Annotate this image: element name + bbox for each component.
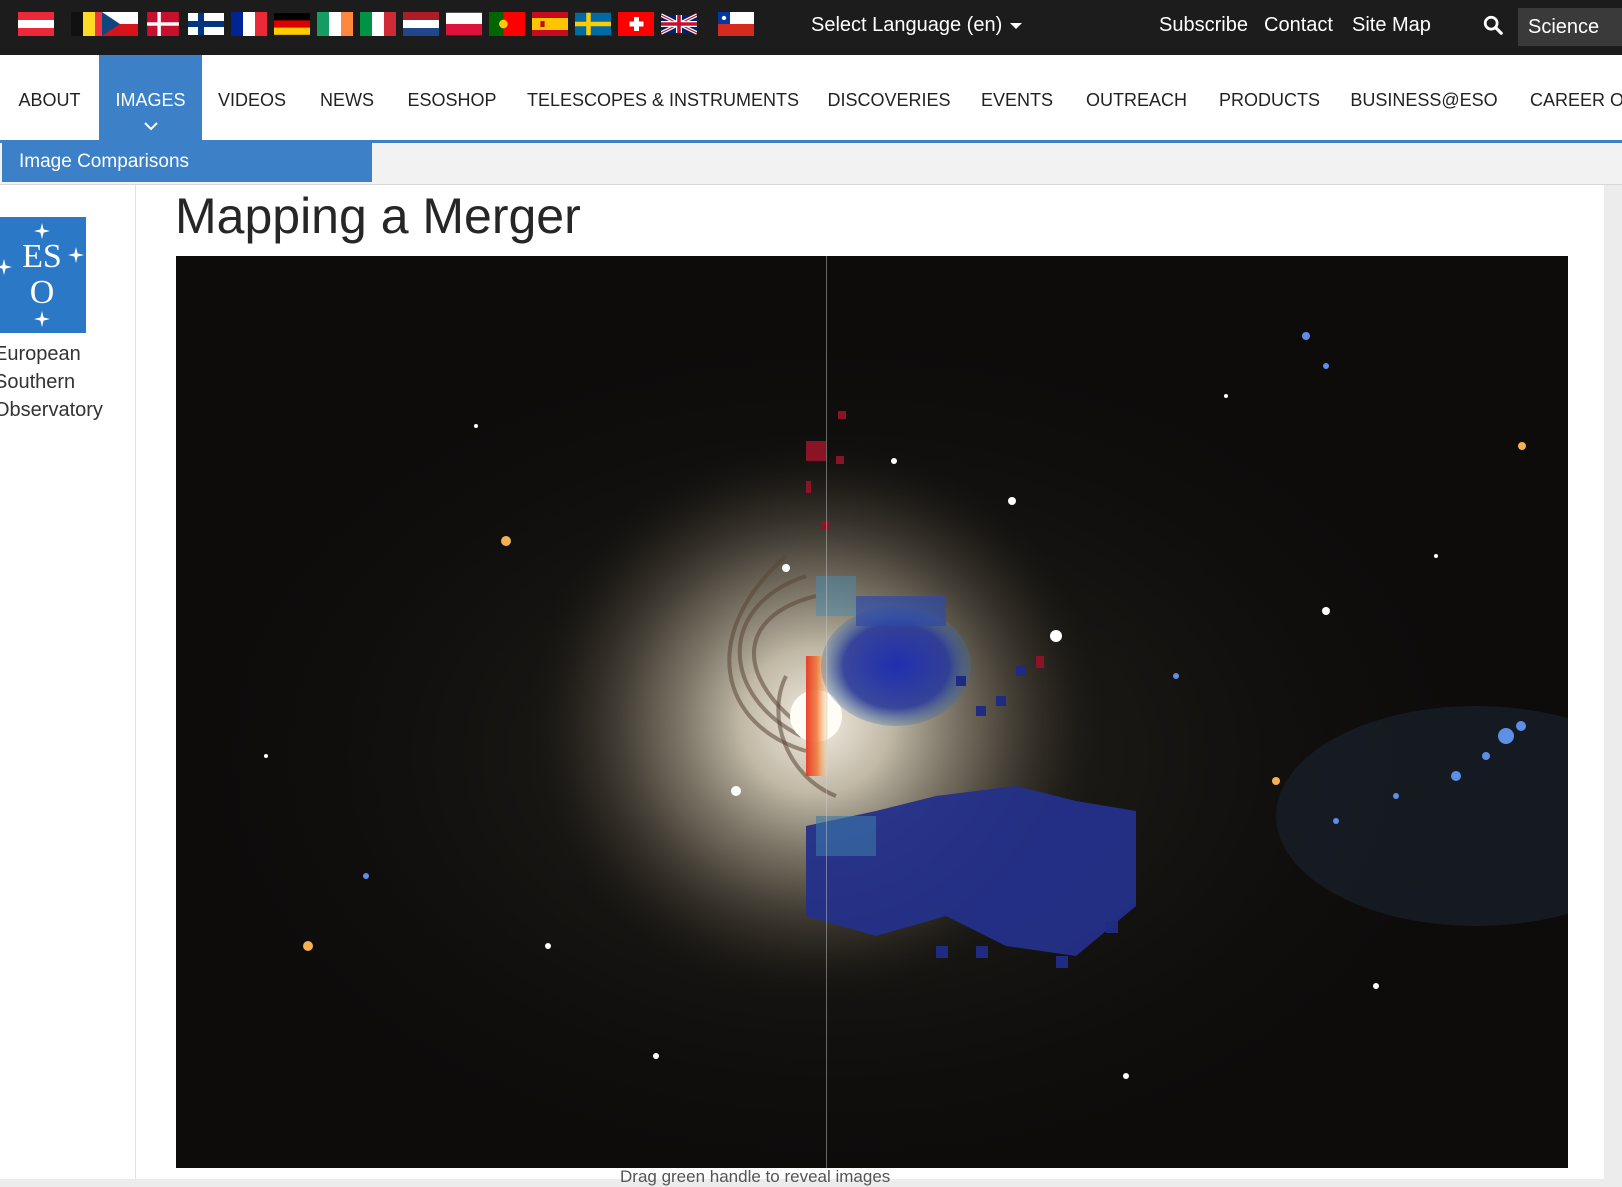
- nav-item-discoveries[interactable]: DISCOVERIES: [814, 55, 964, 140]
- image-comparison-slider[interactable]: [176, 256, 1568, 1168]
- page-title: Mapping a Merger: [175, 188, 581, 244]
- flag-uk-icon[interactable]: [661, 12, 697, 36]
- nav-item-outreach[interactable]: OUTREACH: [1070, 55, 1203, 140]
- nav-item-esoshop[interactable]: ESOSHOP: [392, 55, 512, 140]
- flag-sweden-icon[interactable]: [575, 12, 611, 36]
- organization-name: European Southern Observatory: [0, 340, 134, 424]
- flag-austria-icon[interactable]: [18, 12, 54, 36]
- org-name-line-1: European: [0, 343, 81, 365]
- flag-czechia-icon[interactable]: [102, 12, 138, 36]
- caret-down-icon: [1010, 22, 1023, 29]
- flag-italy-icon[interactable]: [360, 12, 396, 36]
- flag-denmark-icon[interactable]: [145, 12, 181, 36]
- nav-item-careers[interactable]: CAREER OPPORTUNITIES: [1512, 55, 1622, 140]
- flag-portugal-icon[interactable]: [489, 12, 525, 36]
- nav-item-news[interactable]: NEWS: [302, 55, 392, 140]
- nav-item-about[interactable]: ABOUT: [0, 55, 99, 140]
- org-name-line-2: Southern: [0, 371, 76, 393]
- eso-logo-letters-top: ES: [22, 238, 62, 275]
- eso-logo-icon: ES O: [0, 217, 86, 333]
- nav-item-business[interactable]: BUSINESS@ESO: [1336, 55, 1512, 140]
- top-bar: Select Language (en) Subscribe Contact S…: [0, 0, 1622, 55]
- eso-logo-letters-bottom: O: [30, 274, 55, 311]
- flag-poland-icon[interactable]: [446, 12, 482, 36]
- flag-spain-icon[interactable]: [532, 12, 568, 36]
- science-button[interactable]: Science: [1518, 8, 1622, 46]
- flag-netherlands-icon[interactable]: [403, 12, 439, 36]
- page-gutter: [1604, 185, 1622, 1179]
- nav-item-videos[interactable]: VIDEOS: [202, 55, 302, 140]
- flag-ireland-icon[interactable]: [317, 12, 353, 36]
- flag-switzerland-icon[interactable]: [618, 12, 654, 36]
- flag-finland-icon[interactable]: [188, 12, 224, 36]
- eso-logo[interactable]: ES O: [0, 217, 86, 333]
- site-map-link[interactable]: Site Map: [1352, 12, 1431, 38]
- main-navigation: ABOUT IMAGES VIDEOS NEWS ESOSHOP TELESCO…: [0, 55, 1622, 143]
- language-label: Select Language (en): [811, 14, 1003, 36]
- flag-germany-icon[interactable]: [274, 12, 310, 36]
- sidebar: [0, 185, 136, 1179]
- nav-item-images[interactable]: IMAGES: [99, 55, 202, 140]
- org-name-line-3: Observatory: [0, 399, 103, 421]
- flag-france-icon[interactable]: [231, 12, 267, 36]
- nav-item-images-label: IMAGES: [115, 90, 186, 110]
- sub-navigation: Image Comparisons: [0, 143, 1622, 185]
- flag-chile-icon[interactable]: [718, 12, 754, 36]
- nav-item-telescopes[interactable]: TELESCOPES & INSTRUMENTS: [512, 55, 814, 140]
- galaxy-image: [176, 256, 1568, 1168]
- language-selector[interactable]: Select Language (en): [811, 12, 1023, 38]
- nav-item-products[interactable]: PRODUCTS: [1203, 55, 1336, 140]
- contact-link[interactable]: Contact: [1264, 12, 1333, 38]
- subscribe-link[interactable]: Subscribe: [1159, 12, 1248, 38]
- comparison-handle[interactable]: [826, 256, 827, 1168]
- search-icon[interactable]: [1482, 14, 1504, 36]
- subnav-item-image-comparisons[interactable]: Image Comparisons: [2, 143, 372, 182]
- nav-item-events[interactable]: EVENTS: [964, 55, 1070, 140]
- comparison-caption: Drag green handle to reveal images: [620, 1167, 891, 1186]
- chevron-down-icon: [143, 122, 158, 131]
